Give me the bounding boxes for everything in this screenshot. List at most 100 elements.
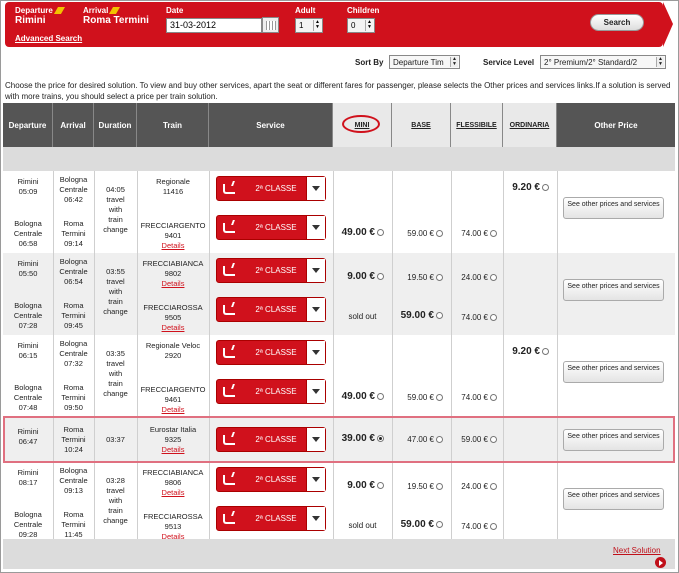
train-cell: FRECCIARGENTO 9401 Details (137, 221, 209, 251)
date-field[interactable]: 31-03-2012 (166, 18, 262, 33)
edit-pencil-icon[interactable] (109, 7, 121, 15)
chevron-down-icon[interactable] (306, 507, 325, 530)
service-class-select[interactable]: 2ª CLASSE (216, 176, 326, 201)
price-radio[interactable] (490, 274, 497, 282)
duration-note: change (103, 307, 128, 316)
mini-price: 9.00 € (347, 271, 384, 282)
see-other-prices-button[interactable]: See other prices and services (563, 197, 664, 219)
see-other-prices-button[interactable]: See other prices and services (563, 279, 664, 301)
column-divider (137, 171, 138, 544)
details-link[interactable]: Details (137, 488, 209, 498)
col-flessibile[interactable]: FLESSIBILE (451, 103, 503, 147)
chevron-down-icon[interactable] (306, 259, 325, 282)
spinner-arrows-icon[interactable]: ▲ ▼ (365, 20, 373, 31)
service-class-select[interactable]: 2ª CLASSE (216, 258, 326, 283)
spinner-arrows-icon[interactable]: ▲ ▼ (313, 20, 321, 31)
price-value: 9.00 € (347, 480, 375, 491)
duration-note: change (103, 225, 128, 234)
price-radio[interactable] (490, 523, 497, 531)
price-radio[interactable] (377, 481, 384, 489)
price-radio[interactable] (490, 483, 497, 491)
train-name: FRECCIABIANCA (142, 259, 204, 268)
service-label: 2ª CLASSE (255, 305, 297, 314)
price-radio[interactable] (377, 272, 384, 280)
service-class-select[interactable]: 2ª CLASSE (216, 467, 326, 492)
departure-value: Rimini (15, 15, 46, 26)
col-duration: Duration (94, 103, 137, 147)
price-radio[interactable] (436, 311, 443, 319)
chevron-down-icon[interactable] (306, 468, 325, 491)
departure-cell: Bologna Centrale 07:48 (13, 383, 43, 412)
service-class-select[interactable]: 2ª CLASSE (216, 506, 326, 531)
children-stepper[interactable]: 0 ▲ ▼ (347, 18, 375, 33)
price-value: 49.00 € (341, 227, 375, 238)
details-link[interactable]: Details (137, 241, 209, 251)
flessibile-price: 24.00 € (461, 273, 497, 282)
service-level-select[interactable]: 2° Premium/2° Standard/2 ▲ ▼ (540, 55, 666, 69)
column-divider (209, 171, 210, 544)
departure-cell: Rimini 05:50 (17, 259, 39, 278)
price-radio[interactable] (377, 392, 384, 400)
price-radio[interactable] (436, 520, 443, 528)
details-link[interactable]: Details (137, 279, 209, 289)
details-link[interactable]: Details (137, 323, 209, 333)
advanced-search-link[interactable]: Advanced Search (15, 34, 82, 43)
adult-label: Adult (295, 6, 316, 15)
next-solution-link[interactable]: Next Solution (613, 546, 661, 555)
col-mini[interactable]: MINI (333, 103, 392, 147)
service-class-select[interactable]: 2ª CLASSE (216, 215, 326, 240)
search-button[interactable]: Search (590, 14, 644, 31)
calendar-icon[interactable] (262, 17, 279, 33)
duration-time: 03:35 (106, 349, 125, 358)
price-radio[interactable] (542, 183, 549, 191)
duration-note: travel (106, 359, 125, 368)
flessibile-price: 74.00 € (461, 313, 497, 322)
train-name: FRECCIARGENTO (140, 385, 206, 394)
duration-note: train (108, 215, 123, 224)
duration-note: with (108, 369, 123, 378)
column-divider (503, 171, 504, 544)
train-number: 2920 (164, 351, 182, 360)
see-other-prices-button[interactable]: See other prices and services (563, 488, 664, 510)
price-radio[interactable] (490, 394, 497, 402)
chevron-down-icon[interactable] (306, 380, 325, 403)
arrival-cell: Bologna Centrale 06:42 (59, 175, 88, 204)
base-price: 59.00 € (401, 310, 443, 321)
edit-pencil-icon[interactable] (53, 7, 65, 15)
price-radio[interactable] (436, 274, 443, 282)
service-class-select[interactable]: 2ª CLASSE (216, 379, 326, 404)
col-ordinaria[interactable]: ORDINARIA (503, 103, 557, 147)
price-radio[interactable] (490, 314, 497, 322)
chevron-down-icon[interactable] (306, 177, 325, 200)
train-number: 9802 (164, 269, 182, 278)
service-class-select[interactable]: 2ª CLASSE (216, 297, 326, 322)
col-base[interactable]: BASE (392, 103, 451, 147)
price-value: 59.00 € (400, 519, 434, 530)
next-arrow-icon[interactable] (655, 557, 666, 568)
price-radio[interactable] (436, 394, 443, 402)
price-radio[interactable] (436, 230, 443, 238)
price-radio[interactable] (377, 228, 384, 236)
departure-label: Departure (15, 6, 65, 15)
service-class-select[interactable]: 2ª CLASSE (216, 340, 326, 365)
duration-cell: 03:35 travel with train change (94, 349, 137, 399)
instructions-text: Choose the price for desired solution. T… (5, 81, 671, 101)
duration-note: travel (106, 195, 125, 204)
see-other-prices-button[interactable]: See other prices and services (563, 361, 664, 383)
price-value: 49.00 € (341, 391, 375, 402)
duration-cell: 03:55 travel with train change (94, 267, 137, 317)
details-link[interactable]: Details (137, 405, 209, 415)
sort-by-select[interactable]: Departure Tim ▲ ▼ (389, 55, 460, 69)
price-radio[interactable] (542, 347, 549, 355)
duration-note: train (108, 297, 123, 306)
price-radio[interactable] (490, 230, 497, 238)
chevron-down-icon[interactable] (306, 341, 325, 364)
column-divider (557, 171, 558, 544)
chevron-down-icon[interactable] (306, 216, 325, 239)
adult-stepper[interactable]: 1 ▲ ▼ (295, 18, 323, 33)
price-value: 59.00 € (407, 393, 434, 402)
duration-note: with (108, 287, 123, 296)
chevron-down-icon[interactable] (306, 298, 325, 321)
price-radio[interactable] (436, 483, 443, 491)
train-name: FRECCIABIANCA (142, 468, 204, 477)
